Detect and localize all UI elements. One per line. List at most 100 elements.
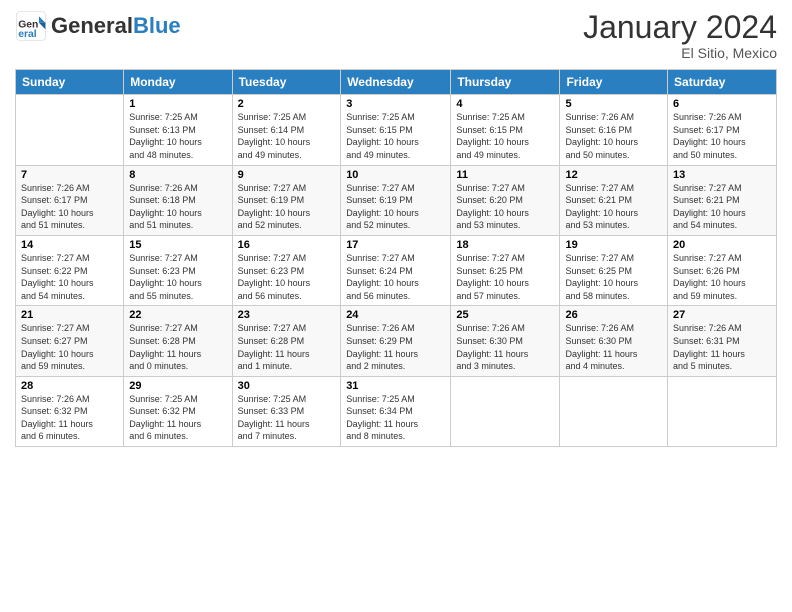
logo-blue-text: Blue xyxy=(133,13,181,38)
day-info: Sunrise: 7:26 AM Sunset: 6:18 PM Dayligh… xyxy=(129,182,226,232)
day-cell: 2Sunrise: 7:25 AM Sunset: 6:14 PM Daylig… xyxy=(232,95,341,165)
day-number: 10 xyxy=(346,169,445,181)
day-number: 2 xyxy=(238,98,336,110)
day-cell: 30Sunrise: 7:25 AM Sunset: 6:33 PM Dayli… xyxy=(232,376,341,446)
col-sunday: Sunday xyxy=(16,70,124,95)
location-subtitle: El Sitio, Mexico xyxy=(583,45,777,61)
col-monday: Monday xyxy=(124,70,232,95)
day-cell xyxy=(668,376,777,446)
day-cell xyxy=(451,376,560,446)
week-row-3: 14Sunrise: 7:27 AM Sunset: 6:22 PM Dayli… xyxy=(16,235,777,305)
day-info: Sunrise: 7:27 AM Sunset: 6:25 PM Dayligh… xyxy=(565,252,662,302)
day-info: Sunrise: 7:25 AM Sunset: 6:33 PM Dayligh… xyxy=(238,393,336,443)
day-cell: 31Sunrise: 7:25 AM Sunset: 6:34 PM Dayli… xyxy=(341,376,451,446)
day-number: 6 xyxy=(673,98,771,110)
day-number: 19 xyxy=(565,239,662,251)
day-number: 16 xyxy=(238,239,336,251)
col-wednesday: Wednesday xyxy=(341,70,451,95)
day-number: 28 xyxy=(21,380,118,392)
logo-general-text: General xyxy=(51,13,133,38)
day-info: Sunrise: 7:27 AM Sunset: 6:20 PM Dayligh… xyxy=(456,182,554,232)
day-info: Sunrise: 7:27 AM Sunset: 6:28 PM Dayligh… xyxy=(129,322,226,372)
day-cell: 10Sunrise: 7:27 AM Sunset: 6:19 PM Dayli… xyxy=(341,165,451,235)
day-cell: 8Sunrise: 7:26 AM Sunset: 6:18 PM Daylig… xyxy=(124,165,232,235)
day-number: 21 xyxy=(21,309,118,321)
title-area: January 2024 El Sitio, Mexico xyxy=(583,10,777,61)
col-thursday: Thursday xyxy=(451,70,560,95)
month-title: January 2024 xyxy=(583,10,777,45)
day-cell: 1Sunrise: 7:25 AM Sunset: 6:13 PM Daylig… xyxy=(124,95,232,165)
day-info: Sunrise: 7:25 AM Sunset: 6:32 PM Dayligh… xyxy=(129,393,226,443)
day-number: 29 xyxy=(129,380,226,392)
day-number: 8 xyxy=(129,169,226,181)
day-cell: 19Sunrise: 7:27 AM Sunset: 6:25 PM Dayli… xyxy=(560,235,668,305)
day-number: 3 xyxy=(346,98,445,110)
day-number: 12 xyxy=(565,169,662,181)
col-tuesday: Tuesday xyxy=(232,70,341,95)
page: Gen eral GeneralBlue January 2024 El Sit… xyxy=(0,0,792,612)
day-info: Sunrise: 7:25 AM Sunset: 6:14 PM Dayligh… xyxy=(238,111,336,161)
day-cell: 7Sunrise: 7:26 AM Sunset: 6:17 PM Daylig… xyxy=(16,165,124,235)
day-info: Sunrise: 7:27 AM Sunset: 6:23 PM Dayligh… xyxy=(238,252,336,302)
day-cell: 21Sunrise: 7:27 AM Sunset: 6:27 PM Dayli… xyxy=(16,306,124,376)
day-info: Sunrise: 7:25 AM Sunset: 6:34 PM Dayligh… xyxy=(346,393,445,443)
day-info: Sunrise: 7:25 AM Sunset: 6:13 PM Dayligh… xyxy=(129,111,226,161)
day-cell: 20Sunrise: 7:27 AM Sunset: 6:26 PM Dayli… xyxy=(668,235,777,305)
col-friday: Friday xyxy=(560,70,668,95)
day-cell: 3Sunrise: 7:25 AM Sunset: 6:15 PM Daylig… xyxy=(341,95,451,165)
day-cell: 27Sunrise: 7:26 AM Sunset: 6:31 PM Dayli… xyxy=(668,306,777,376)
day-info: Sunrise: 7:26 AM Sunset: 6:16 PM Dayligh… xyxy=(565,111,662,161)
day-cell: 9Sunrise: 7:27 AM Sunset: 6:19 PM Daylig… xyxy=(232,165,341,235)
day-info: Sunrise: 7:26 AM Sunset: 6:32 PM Dayligh… xyxy=(21,393,118,443)
day-cell: 28Sunrise: 7:26 AM Sunset: 6:32 PM Dayli… xyxy=(16,376,124,446)
day-info: Sunrise: 7:26 AM Sunset: 6:17 PM Dayligh… xyxy=(673,111,771,161)
day-number: 20 xyxy=(673,239,771,251)
day-cell: 25Sunrise: 7:26 AM Sunset: 6:30 PM Dayli… xyxy=(451,306,560,376)
day-number: 14 xyxy=(21,239,118,251)
logo-icon: Gen eral xyxy=(15,10,47,42)
day-info: Sunrise: 7:26 AM Sunset: 6:30 PM Dayligh… xyxy=(565,322,662,372)
day-cell: 12Sunrise: 7:27 AM Sunset: 6:21 PM Dayli… xyxy=(560,165,668,235)
day-cell: 13Sunrise: 7:27 AM Sunset: 6:21 PM Dayli… xyxy=(668,165,777,235)
day-number: 15 xyxy=(129,239,226,251)
week-row-4: 21Sunrise: 7:27 AM Sunset: 6:27 PM Dayli… xyxy=(16,306,777,376)
week-row-5: 28Sunrise: 7:26 AM Sunset: 6:32 PM Dayli… xyxy=(16,376,777,446)
day-info: Sunrise: 7:27 AM Sunset: 6:26 PM Dayligh… xyxy=(673,252,771,302)
day-info: Sunrise: 7:25 AM Sunset: 6:15 PM Dayligh… xyxy=(346,111,445,161)
day-info: Sunrise: 7:26 AM Sunset: 6:31 PM Dayligh… xyxy=(673,322,771,372)
day-cell xyxy=(560,376,668,446)
day-number: 23 xyxy=(238,309,336,321)
day-number: 24 xyxy=(346,309,445,321)
week-row-2: 7Sunrise: 7:26 AM Sunset: 6:17 PM Daylig… xyxy=(16,165,777,235)
day-info: Sunrise: 7:27 AM Sunset: 6:24 PM Dayligh… xyxy=(346,252,445,302)
day-cell: 16Sunrise: 7:27 AM Sunset: 6:23 PM Dayli… xyxy=(232,235,341,305)
day-number: 30 xyxy=(238,380,336,392)
day-number: 4 xyxy=(456,98,554,110)
svg-text:eral: eral xyxy=(18,29,37,40)
day-info: Sunrise: 7:27 AM Sunset: 6:22 PM Dayligh… xyxy=(21,252,118,302)
day-cell: 11Sunrise: 7:27 AM Sunset: 6:20 PM Dayli… xyxy=(451,165,560,235)
day-cell: 17Sunrise: 7:27 AM Sunset: 6:24 PM Dayli… xyxy=(341,235,451,305)
day-info: Sunrise: 7:26 AM Sunset: 6:30 PM Dayligh… xyxy=(456,322,554,372)
day-info: Sunrise: 7:27 AM Sunset: 6:23 PM Dayligh… xyxy=(129,252,226,302)
day-info: Sunrise: 7:26 AM Sunset: 6:17 PM Dayligh… xyxy=(21,182,118,232)
header: Gen eral GeneralBlue January 2024 El Sit… xyxy=(15,10,777,61)
logo-area: Gen eral GeneralBlue xyxy=(15,10,181,42)
day-info: Sunrise: 7:27 AM Sunset: 6:28 PM Dayligh… xyxy=(238,322,336,372)
day-cell xyxy=(16,95,124,165)
day-number: 9 xyxy=(238,169,336,181)
day-cell: 22Sunrise: 7:27 AM Sunset: 6:28 PM Dayli… xyxy=(124,306,232,376)
day-info: Sunrise: 7:26 AM Sunset: 6:29 PM Dayligh… xyxy=(346,322,445,372)
day-info: Sunrise: 7:25 AM Sunset: 6:15 PM Dayligh… xyxy=(456,111,554,161)
day-cell: 26Sunrise: 7:26 AM Sunset: 6:30 PM Dayli… xyxy=(560,306,668,376)
day-number: 22 xyxy=(129,309,226,321)
day-cell: 29Sunrise: 7:25 AM Sunset: 6:32 PM Dayli… xyxy=(124,376,232,446)
day-cell: 4Sunrise: 7:25 AM Sunset: 6:15 PM Daylig… xyxy=(451,95,560,165)
day-number: 18 xyxy=(456,239,554,251)
day-number: 13 xyxy=(673,169,771,181)
day-info: Sunrise: 7:27 AM Sunset: 6:21 PM Dayligh… xyxy=(565,182,662,232)
day-number: 1 xyxy=(129,98,226,110)
day-number: 5 xyxy=(565,98,662,110)
day-number: 7 xyxy=(21,169,118,181)
day-number: 11 xyxy=(456,169,554,181)
